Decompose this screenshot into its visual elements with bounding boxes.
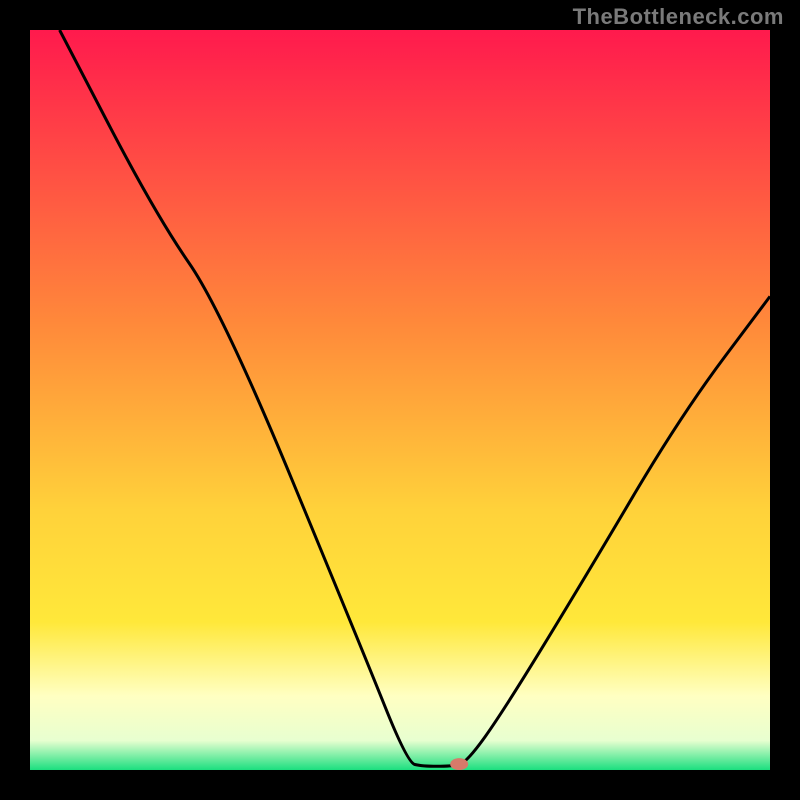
optimal-point-marker	[450, 758, 468, 770]
watermark-text: TheBottleneck.com	[573, 4, 784, 30]
chart-svg	[30, 30, 770, 770]
chart-frame: TheBottleneck.com	[0, 0, 800, 800]
gradient-background	[30, 30, 770, 770]
plot-area	[30, 30, 770, 770]
